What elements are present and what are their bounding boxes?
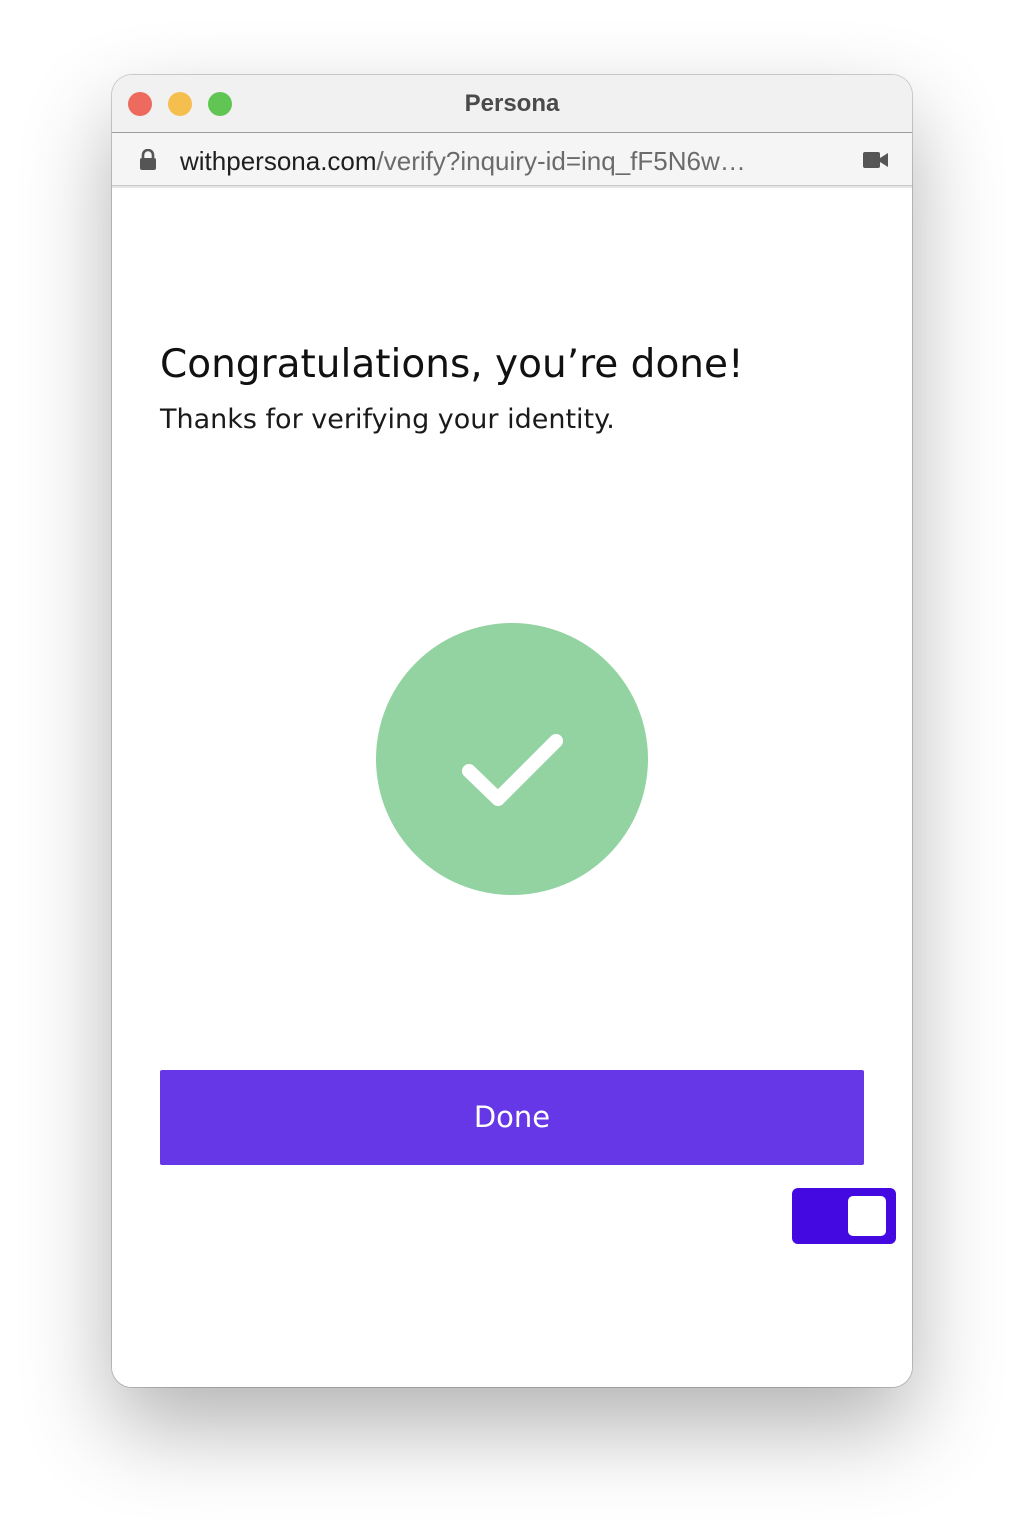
window-title: Persona	[464, 90, 560, 117]
verification-complete-page: Congratulations, you’re done! Thanks for…	[112, 190, 912, 1387]
url-text[interactable]: withpersona.com/verify?inquiry-id=inq_fF…	[180, 145, 850, 177]
toggle-switch[interactable]	[792, 1188, 896, 1244]
video-camera-icon[interactable]	[863, 151, 889, 169]
browser-window: Persona withpersona.com/verify?inquiry-i…	[112, 75, 912, 1387]
address-bar[interactable]: withpersona.com/verify?inquiry-id=inq_fF…	[112, 133, 912, 186]
url-path: /verify?inquiry-id=inq_fF5N6w…	[376, 146, 746, 176]
success-circle-fill	[376, 623, 648, 895]
page-subtitle: Thanks for verifying your identity.	[160, 404, 615, 435]
title-bar: Persona	[112, 75, 912, 133]
lock-icon	[139, 148, 157, 171]
screen: Persona withpersona.com/verify?inquiry-i…	[0, 0, 1024, 1536]
page-title: Congratulations, you’re done!	[160, 342, 744, 387]
done-button[interactable]: Done	[160, 1070, 864, 1165]
checkmark-icon	[376, 623, 648, 895]
url-host: withpersona.com	[180, 146, 377, 176]
success-badge	[376, 623, 648, 895]
toggle-knob	[848, 1196, 886, 1236]
